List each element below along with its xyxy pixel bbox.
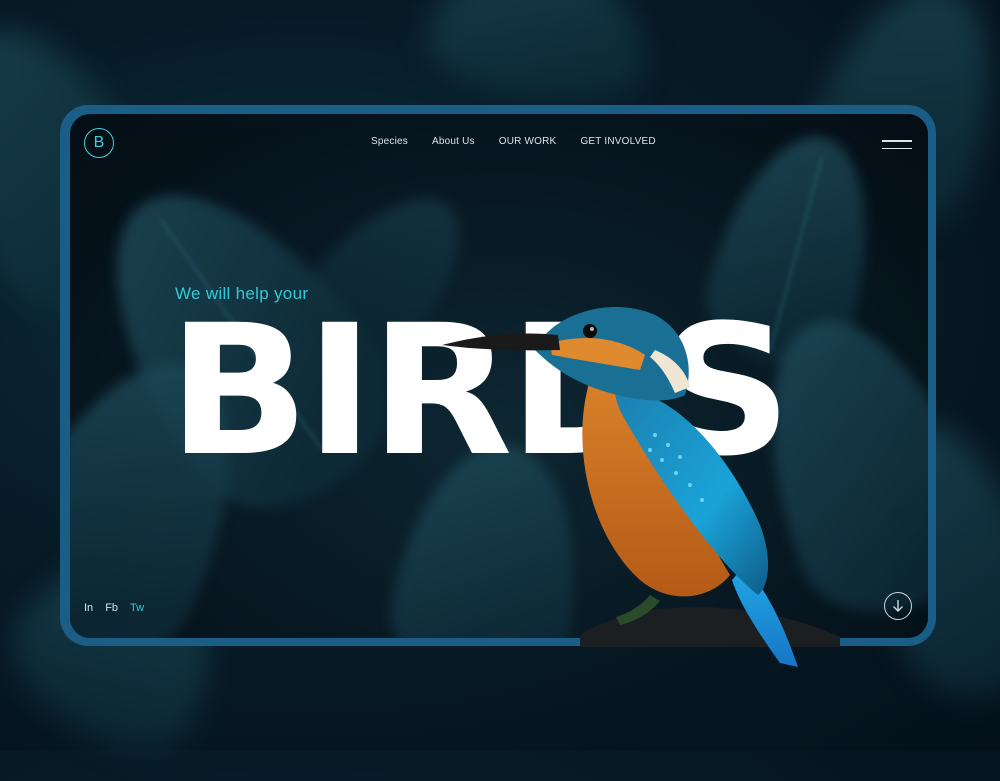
kingfisher-image [442, 307, 840, 667]
social-links: In Fb Tw [84, 602, 144, 614]
arrow-down-icon [893, 600, 903, 612]
hamburger-icon[interactable] [882, 140, 912, 155]
nav-item-about-us[interactable]: About Us [432, 136, 475, 147]
logo-letter: B [93, 134, 105, 151]
social-link-instagram[interactable]: In [84, 602, 93, 614]
background-leaf [419, 0, 661, 119]
social-link-facebook[interactable]: Fb [105, 602, 118, 614]
brand-logo[interactable]: B [84, 128, 114, 158]
menu-line [882, 147, 912, 149]
menu-line [882, 140, 912, 142]
arrow-down-circle-icon[interactable] [884, 592, 912, 620]
nav-item-species[interactable]: Species [371, 136, 408, 147]
nav-item-get-involved[interactable]: GET INVOLVED [580, 136, 655, 147]
social-link-twitter[interactable]: Tw [130, 602, 144, 614]
nav-item-our-work[interactable]: OUR WORK [499, 136, 557, 147]
main-nav: Species About Us OUR WORK GET INVOLVED [371, 136, 656, 147]
